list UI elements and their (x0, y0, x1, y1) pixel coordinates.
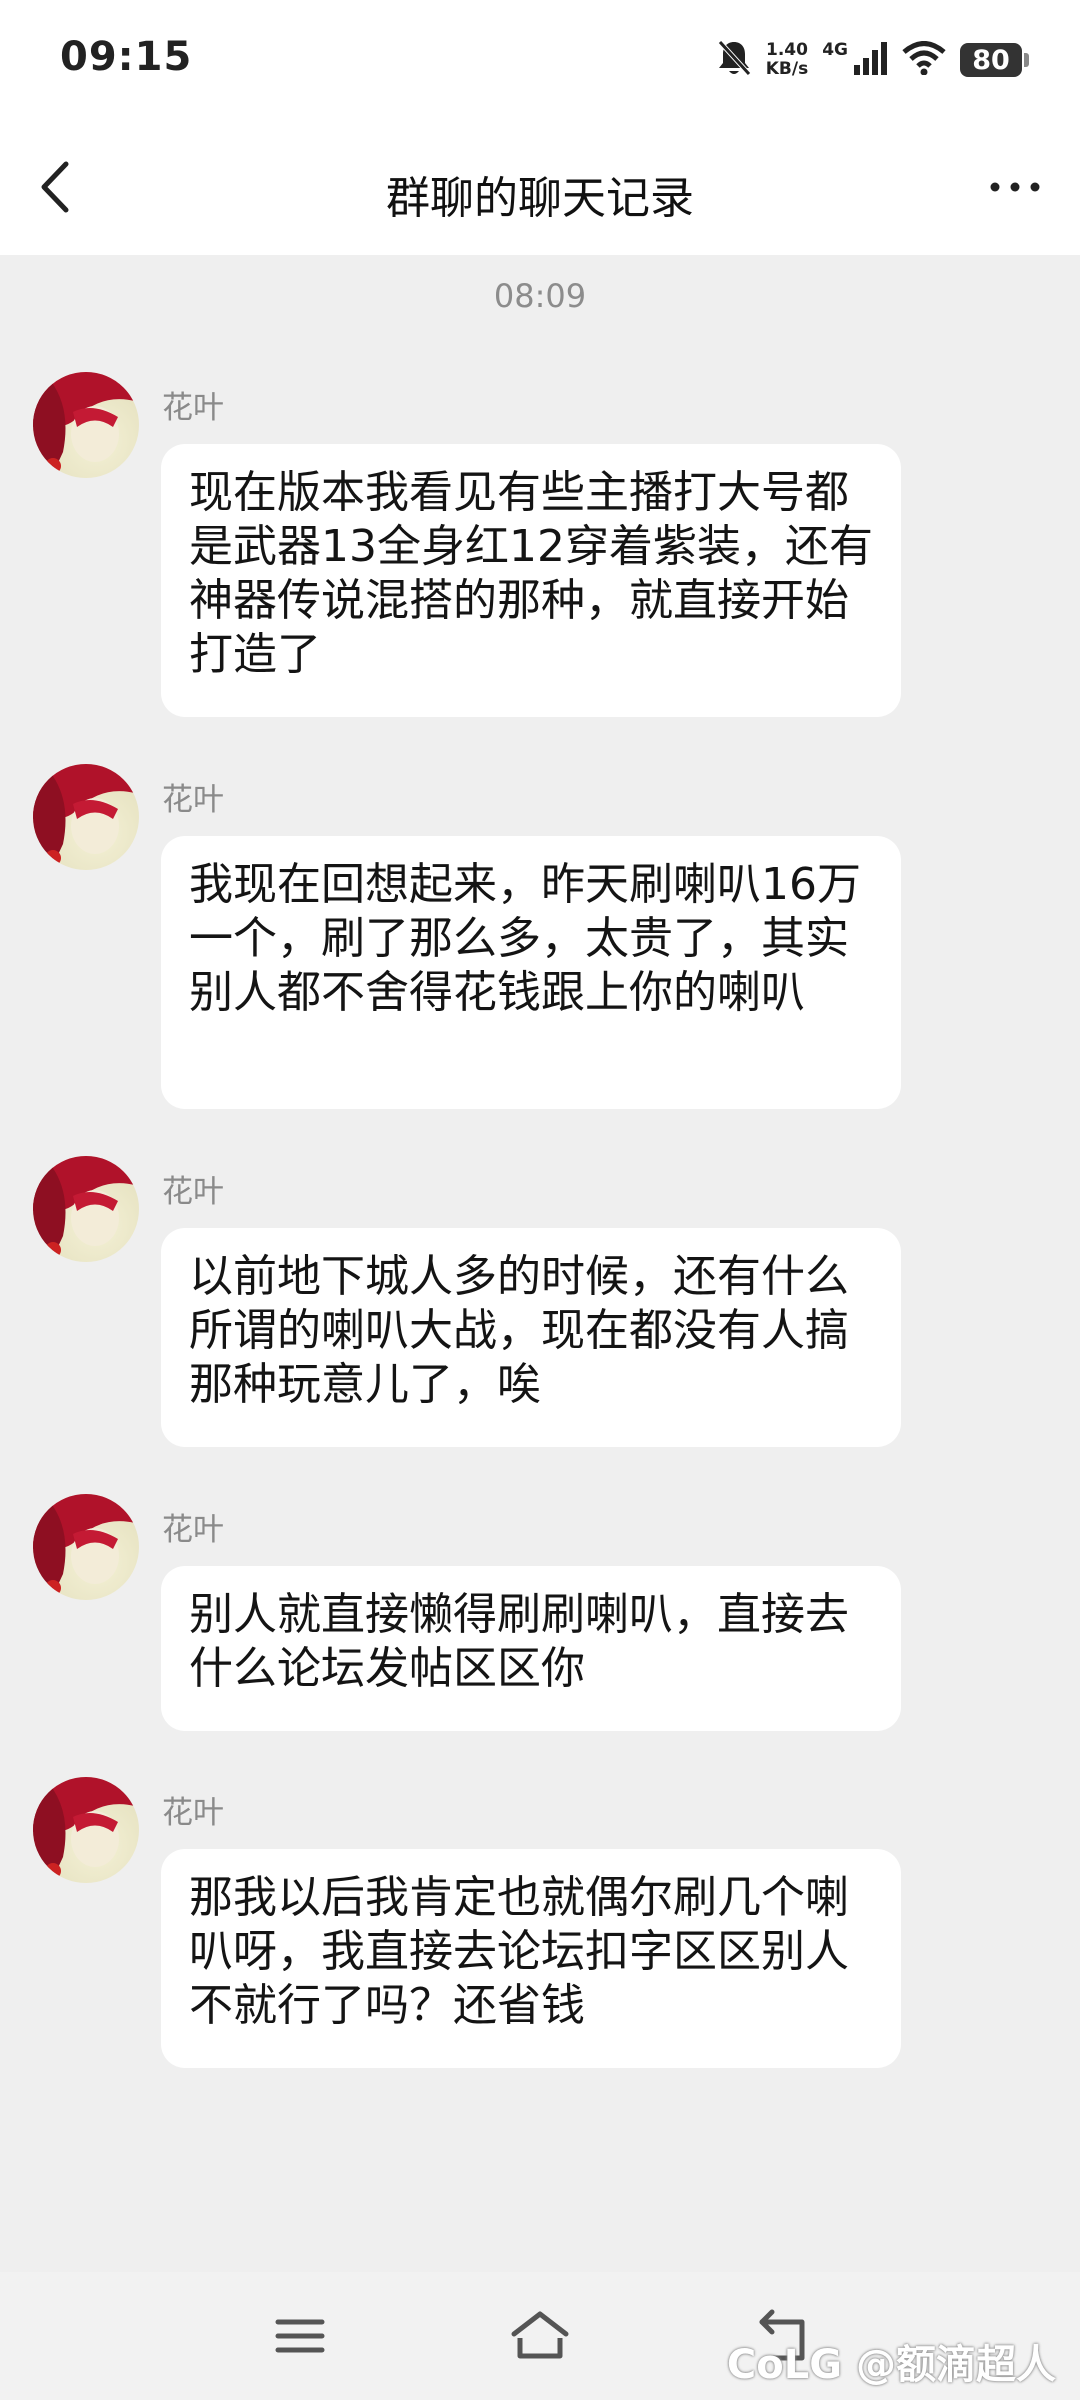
menu-button[interactable] (268, 2304, 332, 2368)
sender-name: 花叶 (162, 1795, 224, 1831)
sender-name: 花叶 (162, 390, 224, 426)
title-bar: 群聊的聊天记录 (0, 120, 1080, 255)
chat-timestamp: 08:09 (493, 277, 587, 315)
status-icons: 1.40 KB/s 4G 80 (716, 30, 1029, 90)
menu-icon (275, 2319, 325, 2353)
watermark: CoLG @额滴超人 (726, 2342, 1056, 2388)
home-icon (511, 2311, 569, 2359)
sender-name: 花叶 (162, 782, 224, 818)
message-bubble[interactable]: 别人就直接懒得刷刷喇叭，直接去什么论坛发帖区区你 (161, 1566, 901, 1731)
avatar[interactable] (33, 1156, 139, 1262)
signal-icon (852, 41, 888, 79)
message-bubble[interactable]: 以前地下城人多的时候，还有什么所谓的喇叭大战，现在都没有人搞那种玩意儿了，唉 (161, 1228, 901, 1447)
status-time: 09:15 (60, 34, 193, 80)
navigation-bar: CoLG @额滴超人 (0, 2272, 1080, 2400)
message-bubble[interactable]: 那我以后我肯定也就偶尔刷几个喇叭呀，我直接去论坛扣字区区别人不就行了吗？还省钱 (161, 1849, 901, 2068)
avatar[interactable] (33, 764, 139, 870)
avatar[interactable] (33, 1494, 139, 1600)
message-bubble[interactable]: 我现在回想起来，昨天刷喇叭16万一个，刷了那么多，太贵了，其实别人都不舍得花钱跟… (161, 836, 901, 1109)
page-title: 群聊的聊天记录 (386, 173, 694, 224)
mute-bell-icon (716, 38, 752, 82)
status-bar: 09:15 1.40 KB/s 4G 80 (0, 0, 1080, 120)
more-options-button[interactable] (980, 152, 1050, 222)
battery-indicator: 80 (960, 43, 1029, 77)
avatar[interactable] (33, 1777, 139, 1883)
network-type: 4G (822, 40, 848, 60)
more-horizontal-icon (990, 182, 1040, 192)
avatar[interactable] (33, 372, 139, 478)
network-speed: 1.40 KB/s (765, 40, 809, 79)
home-button[interactable] (508, 2304, 572, 2368)
sender-name: 花叶 (162, 1174, 224, 1210)
wifi-icon (902, 41, 946, 79)
message-bubble[interactable]: 现在版本我看见有些主播打大号都是武器13全身红12穿着紫装，还有神器传说混搭的那… (161, 444, 901, 717)
sender-name: 花叶 (162, 1512, 224, 1548)
